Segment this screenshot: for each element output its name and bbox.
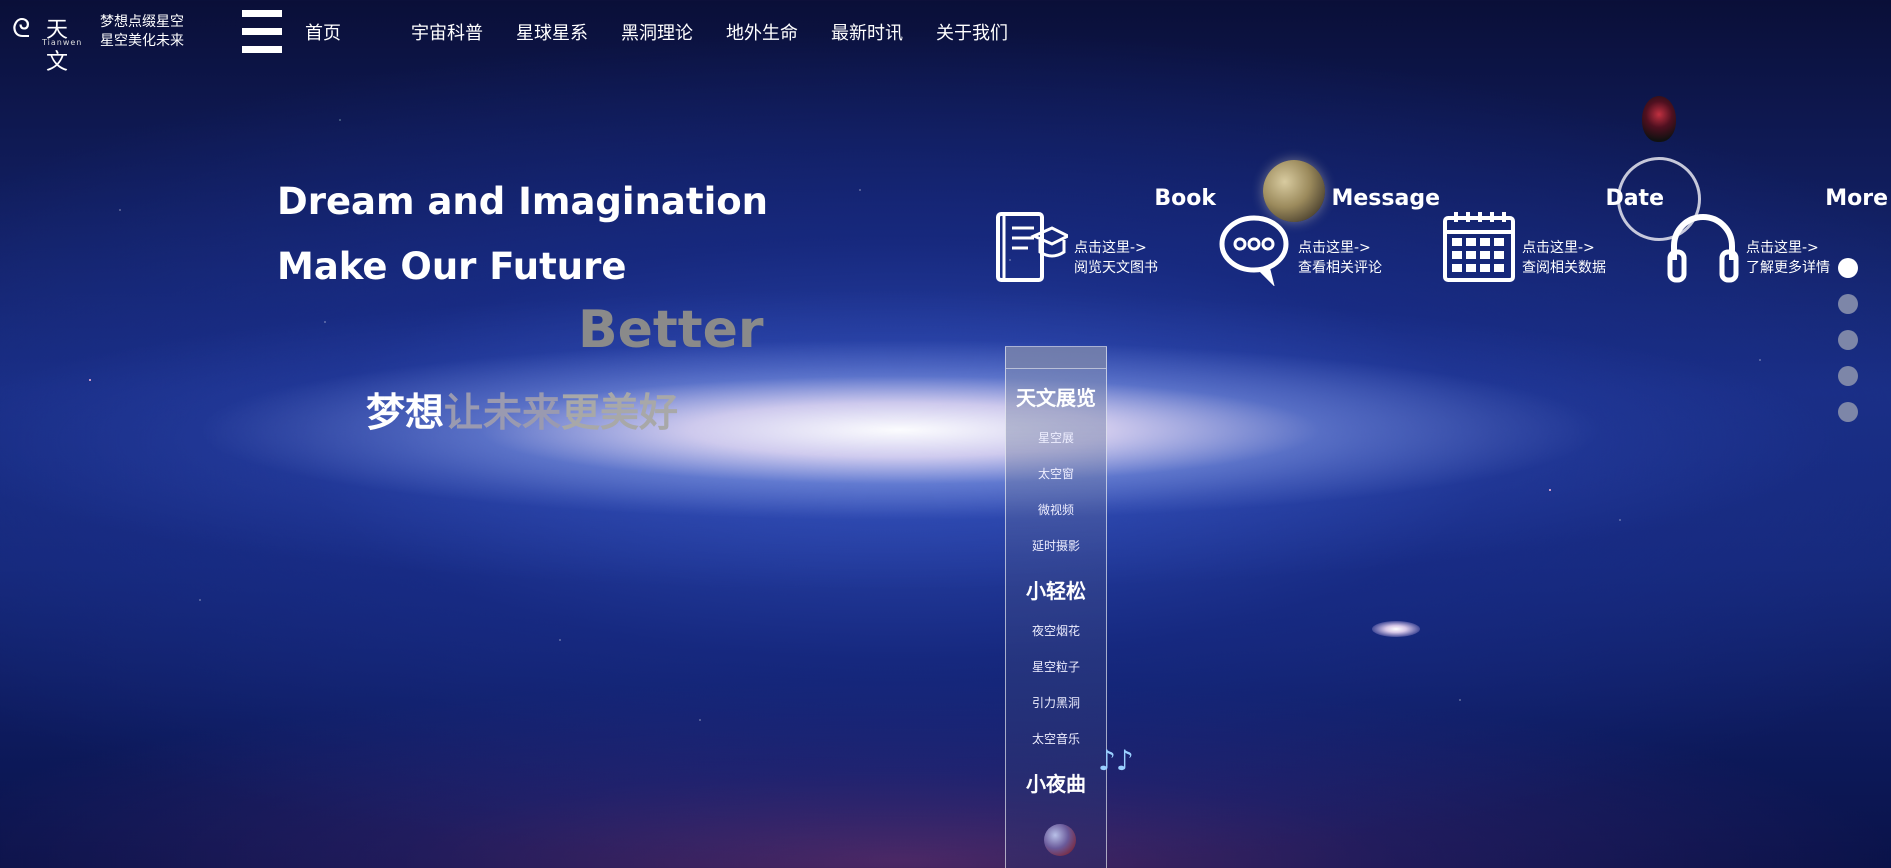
header: ᘓ 天文 Tianwen 梦想点缀星空 星空美化未来 首页 宇宙科普 星球星系 …: [0, 0, 1891, 75]
side-dot-2[interactable]: [1838, 294, 1858, 314]
side-dot-3[interactable]: [1838, 330, 1858, 350]
nav-about-us[interactable]: 关于我们: [936, 19, 1008, 45]
menu-item[interactable]: 太空窗: [1006, 465, 1106, 482]
vertical-menu: 天文展览 星空展 太空窗 微视频 延时摄影 小轻松 夜空烟花 星空粒子 引力黑洞…: [1005, 346, 1107, 868]
small-galaxy-decoration: [1372, 621, 1420, 637]
feature-card-date[interactable]: Date 点击这里-> 查阅相关数据: [1442, 186, 1672, 286]
headphones-icon: [1667, 214, 1739, 283]
hero-title-line1: Dream and Imagination: [277, 180, 769, 223]
slogan-line: 梦想点缀星空: [100, 14, 184, 30]
slogan-line: 星空美化未来: [100, 33, 184, 49]
planet-decoration: [1044, 824, 1076, 856]
hero-better: Better: [578, 300, 764, 360]
nav-home[interactable]: 首页: [305, 19, 341, 45]
card-title: Message: [1331, 186, 1440, 211]
side-dot-5[interactable]: [1838, 402, 1858, 422]
menu-item[interactable]: 星空展: [1006, 429, 1106, 446]
chat-icon: [1219, 215, 1289, 286]
nav-latest-news[interactable]: 最新时讯: [831, 19, 903, 45]
nav-black-hole-theory[interactable]: 黑洞理论: [621, 19, 693, 45]
nav-extraterrestrial-life[interactable]: 地外生命: [726, 19, 798, 45]
side-dot-1[interactable]: [1838, 258, 1858, 278]
menu-item[interactable]: 星空粒子: [1006, 658, 1106, 675]
balloon-decoration: [1642, 96, 1676, 142]
logo-subtitle: Tianwen: [42, 38, 83, 47]
music-notes-icon: ♪♪: [1098, 744, 1134, 777]
hero-cn-part: 梦想: [366, 391, 445, 436]
starfield-background: [0, 0, 1891, 868]
menu-item[interactable]: 引力黑洞: [1006, 694, 1106, 711]
card-title: More: [1825, 186, 1888, 211]
slogan: 梦想点缀星空 星空美化未来: [100, 13, 184, 51]
card-text: 点击这里-> 查阅相关数据: [1522, 240, 1606, 276]
book-icon: [996, 212, 1068, 282]
feature-card-book[interactable]: Book 点击这里-> 阅览天文图书: [994, 186, 1224, 286]
menu-item[interactable]: 微视频: [1006, 501, 1106, 518]
card-title: Book: [1154, 186, 1216, 211]
menu-item[interactable]: 太空音乐: [1006, 730, 1106, 747]
hero-title-line2: Make Our Future: [277, 245, 627, 288]
hero-cn-part: 让未来: [444, 391, 562, 436]
feature-card-message[interactable]: Message 点击这里-> 查看相关评论: [1218, 186, 1448, 286]
logo[interactable]: ᘓ 天文 Tianwen: [12, 12, 84, 75]
menu-heading-serenade[interactable]: 小夜曲: [1006, 768, 1106, 797]
vertical-menu-topbar: [1006, 347, 1106, 369]
logo-swirl-icon: ᘓ: [12, 14, 31, 44]
nav-cosmos-science[interactable]: 宇宙科普: [411, 19, 483, 45]
side-dot-4[interactable]: [1838, 366, 1858, 386]
menu-item[interactable]: 夜空烟花: [1006, 622, 1106, 639]
card-text: 点击这里-> 阅览天文图书: [1074, 240, 1158, 276]
calendar-icon: [1443, 212, 1515, 282]
card-title: Date: [1605, 186, 1664, 211]
menu-heading-relax[interactable]: 小轻松: [1006, 575, 1106, 604]
nav-planets-galaxies[interactable]: 星球星系: [516, 19, 588, 45]
menu-item[interactable]: 延时摄影: [1006, 537, 1106, 554]
moon-decoration: [1263, 160, 1325, 222]
hero-chinese-slogan: 梦想让未来更美好: [366, 382, 678, 438]
card-text: 点击这里-> 查看相关评论: [1298, 240, 1382, 276]
card-text: 点击这里-> 了解更多详情: [1746, 240, 1830, 276]
menu-icon[interactable]: [242, 8, 282, 54]
hero-cn-part: 更美好: [561, 391, 679, 436]
menu-heading-exhibition[interactable]: 天文展览: [1006, 382, 1106, 411]
